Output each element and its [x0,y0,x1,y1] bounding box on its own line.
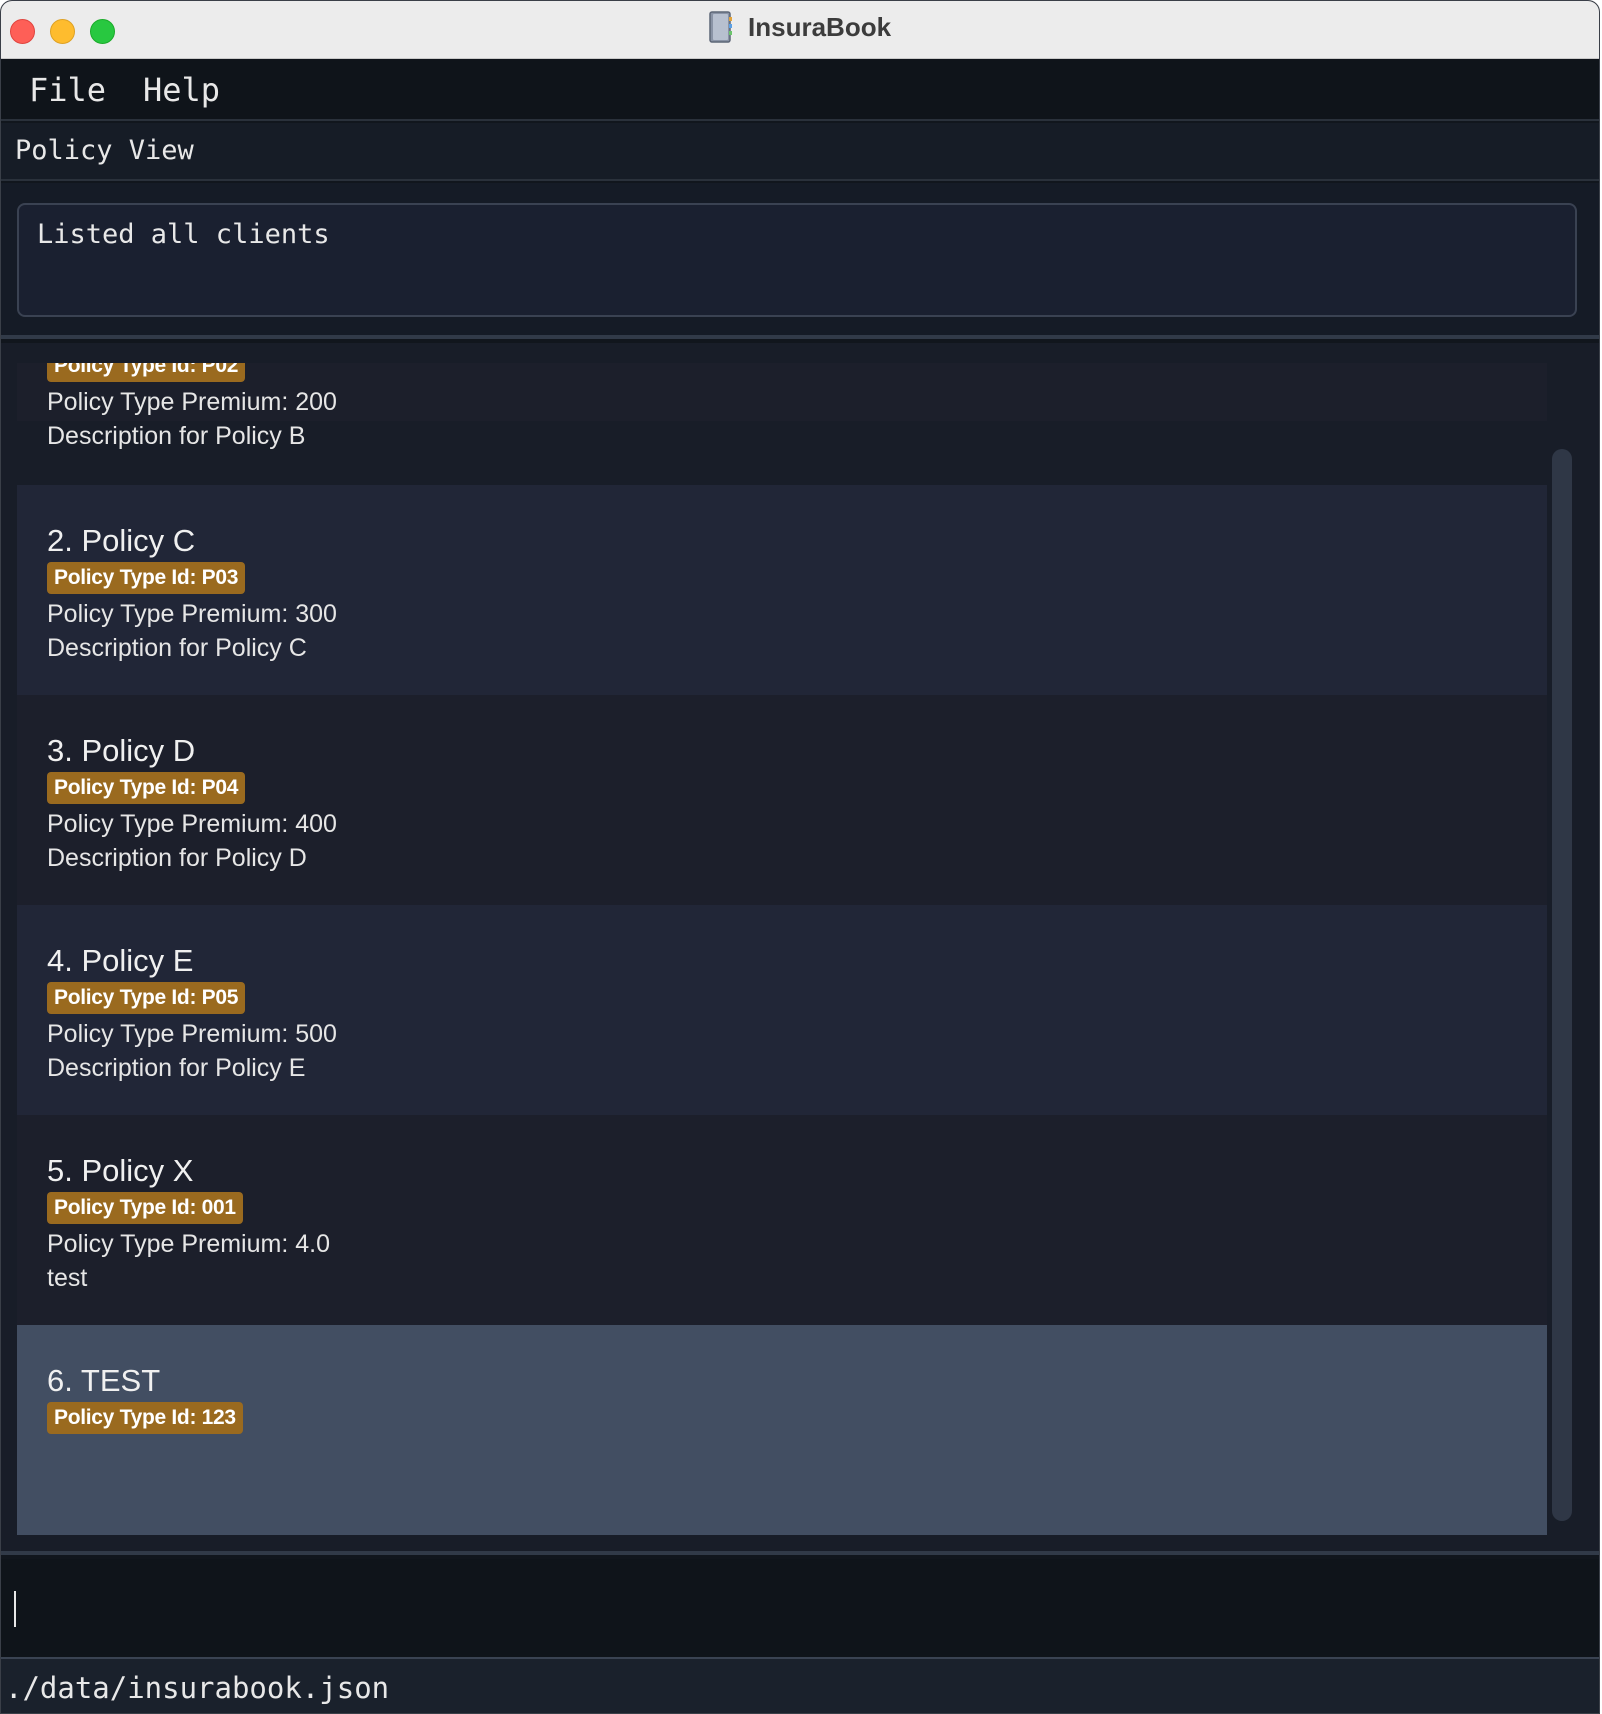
title-bar[interactable]: InsuraBook [1,1,1599,59]
menu-help[interactable]: Help [143,71,220,109]
data-file-path: ./data/insurabook.json [5,1671,390,1705]
window-title-group: InsuraBook [1,11,1599,43]
policy-list[interactable]: Policy Type Id: P02 Policy Type Premium:… [17,363,1547,1535]
policy-type-id-badge: Policy Type Id: 123 [47,1402,243,1434]
app-window: InsuraBook File Help Policy View Listed … [0,0,1600,1714]
policy-type-id-badge: Policy Type Id: P05 [47,982,246,1014]
result-display-panel: Listed all clients [1,183,1599,339]
policy-card[interactable]: 5. Policy X Policy Type Id: 001 Policy T… [17,1115,1547,1325]
policy-title: 5. Policy X [47,1153,194,1188]
policy-description: Description for Policy C [47,634,307,662]
address-book-icon [709,11,733,43]
policy-type-id-badge: Policy Type Id: P04 [47,772,246,804]
policy-title: 4. Policy E [47,943,194,978]
status-bar: ./data/insurabook.json [1,1657,1599,1713]
policy-premium: Policy Type Premium: 500 [47,1020,337,1048]
text-caret [14,1591,16,1627]
view-label: Policy View [15,135,194,166]
list-scrollbar[interactable] [1552,449,1572,1521]
policy-description: Description for Policy B [47,422,306,450]
policy-card[interactable]: Policy Type Id: P02 Policy Type Premium:… [17,363,1547,450]
policy-card-selected[interactable]: 6. TEST Policy Type Id: 123 [17,1325,1547,1535]
policy-premium: Policy Type Premium: 300 [47,600,337,628]
policy-premium: Policy Type Premium: 4.0 [47,1230,330,1258]
result-message: Listed all clients [37,219,330,250]
policy-description: test [47,1264,88,1292]
policy-premium: Policy Type Premium: 400 [47,810,337,838]
window-title: InsuraBook [748,11,892,42]
policy-type-id-badge: Policy Type Id: P02 [47,363,246,382]
policy-card[interactable]: 2. Policy C Policy Type Id: P03 Policy T… [17,485,1547,695]
policy-description: Description for Policy E [47,1054,306,1082]
policy-title: 6. TEST [47,1363,161,1398]
view-label-bar: Policy View [1,123,1599,181]
menu-bar: File Help [1,59,1599,121]
policy-type-id-badge: Policy Type Id: P03 [47,562,246,594]
policy-title: 3. Policy D [47,733,196,768]
menu-file[interactable]: File [29,71,106,109]
policy-list-panel: Policy Type Id: P02 Policy Type Premium:… [1,343,1599,1555]
command-box[interactable] [1,1559,1599,1657]
policy-card[interactable]: 3. Policy D Policy Type Id: P04 Policy T… [17,695,1547,905]
result-display[interactable]: Listed all clients [17,203,1577,317]
policy-description: Description for Policy D [47,844,307,872]
policy-title: 2. Policy C [47,523,196,558]
policy-type-id-badge: Policy Type Id: 001 [47,1192,243,1224]
policy-card[interactable]: 4. Policy E Policy Type Id: P05 Policy T… [17,905,1547,1115]
policy-premium: Policy Type Premium: 200 [47,388,337,416]
